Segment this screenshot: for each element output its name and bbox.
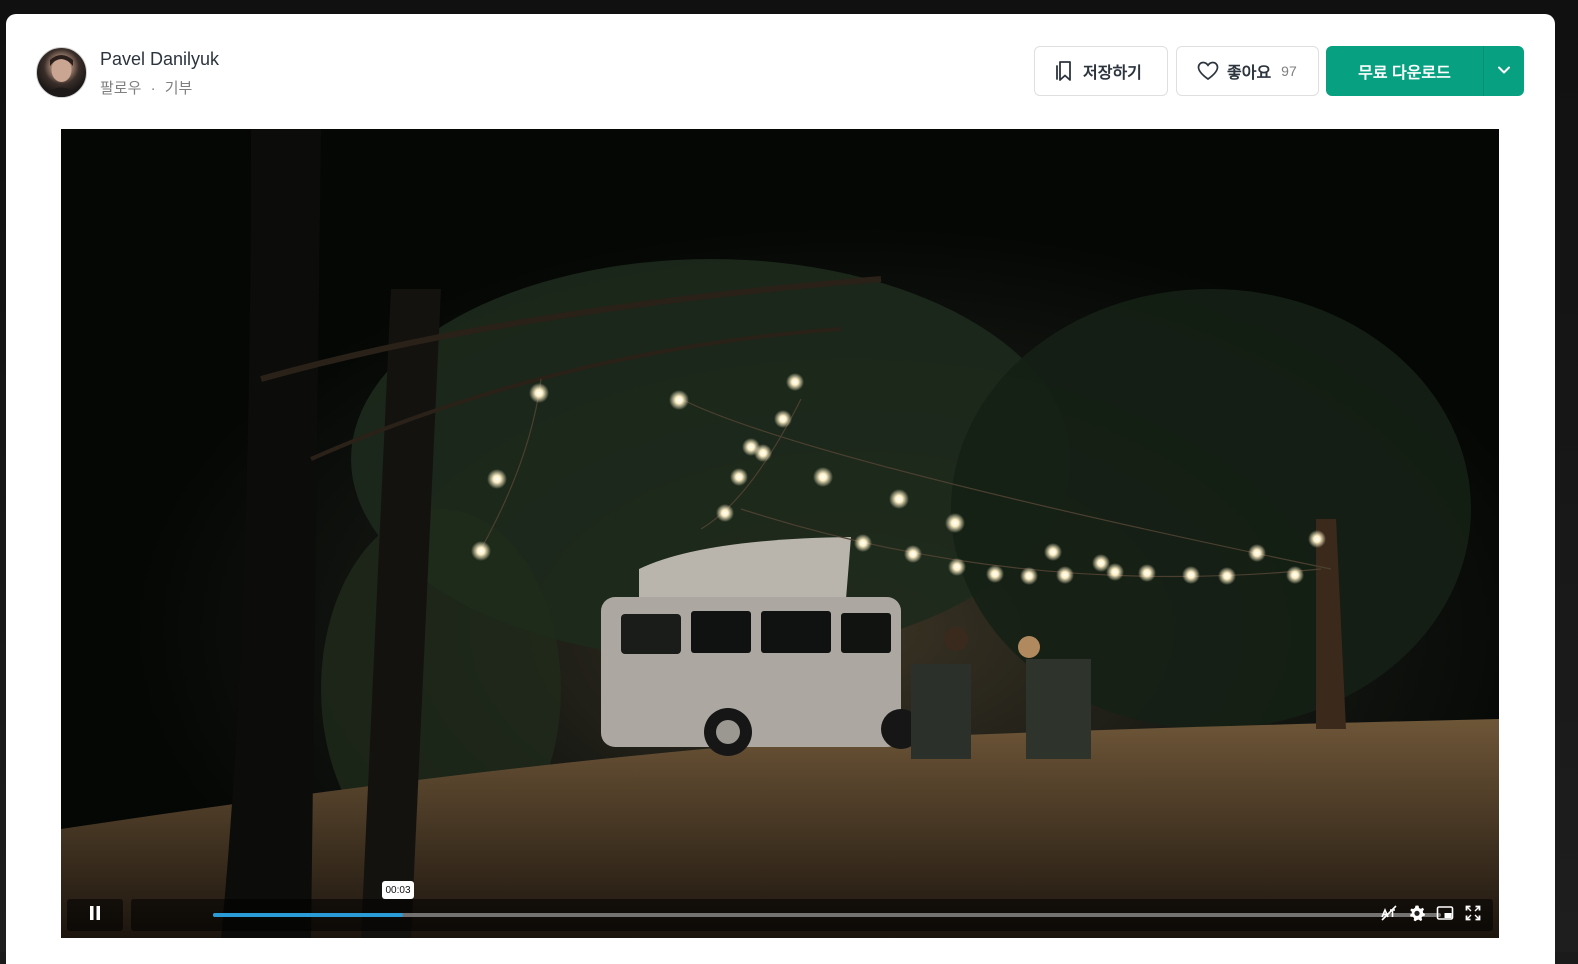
video-frame bbox=[61, 129, 1499, 938]
modal-header: Pavel Danilyuk 팔로우 · 기부 저장하기 좋아요 97 무료 다… bbox=[6, 14, 1555, 129]
follow-link[interactable]: 팔로우 bbox=[100, 80, 141, 97]
separator: · bbox=[150, 80, 156, 97]
gear-icon bbox=[1408, 904, 1426, 927]
pause-icon bbox=[88, 905, 102, 926]
progress-fill bbox=[213, 913, 404, 917]
media-modal: Pavel Danilyuk 팔로우 · 기부 저장하기 좋아요 97 무료 다… bbox=[6, 14, 1555, 964]
like-count: 97 bbox=[1281, 63, 1297, 79]
video-player[interactable]: 00:03 bbox=[61, 129, 1499, 938]
heart-icon bbox=[1197, 61, 1219, 81]
fullscreen-icon bbox=[1465, 905, 1481, 926]
settings-button[interactable] bbox=[1407, 905, 1427, 925]
progress-bar-background: 00:03 bbox=[131, 881, 1493, 931]
captions-off-button[interactable] bbox=[1379, 904, 1399, 926]
progress-track[interactable] bbox=[213, 913, 1441, 917]
time-tooltip: 00:03 bbox=[382, 881, 414, 899]
pause-button[interactable] bbox=[67, 899, 123, 931]
like-label: 좋아요 bbox=[1227, 65, 1272, 82]
donate-link[interactable]: 기부 bbox=[165, 80, 193, 97]
bookmark-icon bbox=[1055, 60, 1075, 82]
download-options-button[interactable] bbox=[1483, 46, 1524, 96]
chevron-down-icon bbox=[1497, 62, 1511, 80]
avatar[interactable] bbox=[36, 47, 87, 98]
captions-off-icon bbox=[1380, 904, 1398, 926]
picture-in-picture-icon bbox=[1436, 905, 1454, 926]
video-controls: 00:03 bbox=[67, 881, 1493, 931]
free-download-button[interactable]: 무료 다운로드 bbox=[1326, 46, 1483, 96]
like-button[interactable]: 좋아요 97 bbox=[1176, 46, 1319, 96]
save-label: 저장하기 bbox=[1083, 65, 1142, 82]
author-actions: 팔로우 · 기부 bbox=[100, 77, 192, 98]
author-name[interactable]: Pavel Danilyuk bbox=[100, 49, 219, 70]
fullscreen-button[interactable] bbox=[1463, 905, 1483, 925]
picture-in-picture-button[interactable] bbox=[1435, 905, 1455, 925]
save-button[interactable]: 저장하기 bbox=[1034, 46, 1168, 96]
